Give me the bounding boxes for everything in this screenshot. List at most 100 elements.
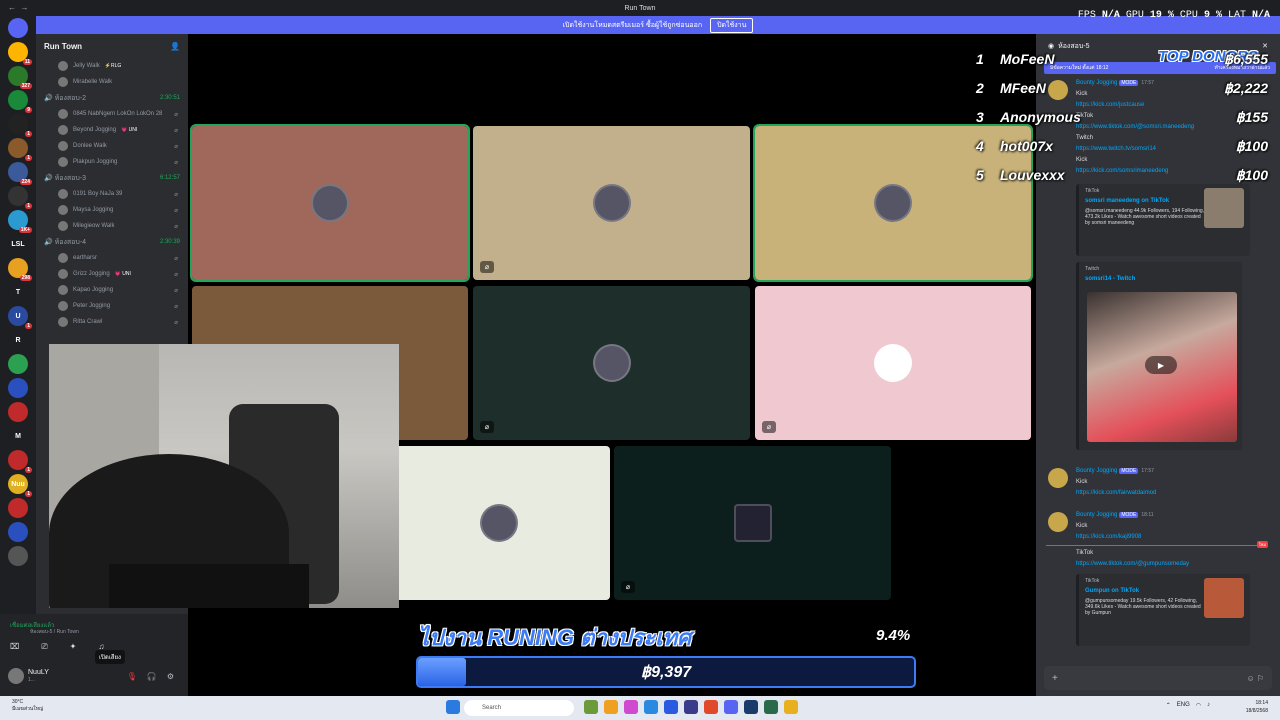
voice-member[interactable]: Milegieow Walk ⌀ — [36, 218, 188, 234]
voice-channel[interactable]: 🔊 ห้องสอบ-4 2:30:39 — [36, 234, 188, 250]
unread-badge: 11 — [22, 59, 32, 65]
app-icon[interactable] — [624, 700, 638, 714]
voice-member[interactable]: Donlee Walk ⌀ — [36, 138, 188, 154]
voice-member[interactable]: eartharsr ⌀ — [36, 250, 188, 266]
start-icon[interactable] — [446, 700, 460, 714]
link-embed[interactable]: TikTok Gumpun on TikTok @gumpunsomeday 1… — [1076, 574, 1250, 646]
video-tile[interactable] — [190, 124, 470, 282]
user-area[interactable]: NuuLY 1... — [8, 668, 49, 684]
chrome-icon[interactable] — [784, 700, 798, 714]
settings-icon[interactable]: ⚙ — [167, 672, 174, 681]
voice-member[interactable]: Plakpun Jogging ⌀ — [36, 154, 188, 170]
server-icon[interactable]: Nuu 1 — [8, 474, 32, 497]
app-icon[interactable] — [684, 700, 698, 714]
play-icon[interactable]: ▶ — [1145, 356, 1177, 374]
voice-channel[interactable]: 🔊 ห้องสอบ-2 2:30:51 — [36, 90, 188, 106]
add-attachment-icon[interactable]: + — [1052, 673, 1058, 684]
avatar — [1048, 468, 1068, 488]
voice-member[interactable]: Grizz Jogging 💗 UNI ⌀ — [36, 266, 188, 282]
server-icon[interactable]: M — [8, 426, 28, 446]
video-tile[interactable] — [388, 446, 610, 600]
mic-muted-icon[interactable]: 🎙 — [127, 672, 137, 681]
language-indicator[interactable]: ENG — [1177, 702, 1190, 709]
message-link[interactable]: https://kick.com/kaji9908 — [1076, 534, 1141, 540]
message-link[interactable]: https://kick.com/fairwatdaimod — [1076, 490, 1156, 496]
donor-rank: 3 — [976, 109, 984, 125]
server-icon[interactable]: LSL — [8, 234, 28, 254]
voice-member[interactable]: Beyond Jogging 💗 UNI ⌀ — [36, 122, 188, 138]
add-member-icon[interactable]: 👤 — [170, 42, 180, 51]
server-icon[interactable]: 11 — [8, 42, 32, 65]
server-icon[interactable]: T — [8, 282, 28, 302]
server-icon[interactable] — [8, 522, 28, 542]
message-author[interactable]: Bounty Jogging — [1076, 468, 1117, 474]
discord-icon[interactable] — [724, 700, 738, 714]
video-tile[interactable]: ⌀ — [614, 446, 891, 600]
server-icon[interactable] — [8, 402, 28, 422]
server-label: M — [15, 432, 21, 440]
nav-arrows[interactable]: ← → — [8, 3, 28, 12]
server-icon[interactable]: 9 — [8, 90, 32, 113]
voice-member[interactable]: Peter Jogging ⌀ — [36, 298, 188, 314]
top-donors-overlay: TOP DONORS 1 MoFeeN ฿6,555 2 MFeeN ฿2,222 3 Ano… — [968, 34, 1272, 204]
camera-icon[interactable]: ⌧ — [10, 642, 19, 652]
video-tile[interactable]: ⌀ — [473, 126, 750, 280]
server-icon[interactable] — [8, 354, 28, 374]
video-tile[interactable]: ⌀ — [473, 286, 750, 440]
server-icon[interactable]: 1 — [8, 138, 32, 161]
weather-widget[interactable]: 30°C มีเมฆส่วนใหญ่ — [12, 699, 43, 713]
mute-icon: ⌀ — [174, 159, 178, 166]
server-icon[interactable]: R — [8, 330, 28, 350]
voice-panel: เชื่อมต่อเสียงแล้ว ห้องสอบ-5 / Run Town … — [0, 614, 188, 700]
app-icon[interactable] — [764, 700, 778, 714]
voice-member[interactable]: 0845 NabNgern LokOn LokOn 28 ⌀ — [36, 106, 188, 122]
volume-icon[interactable]: ♪ — [1207, 702, 1210, 709]
disable-streamer-mode-button[interactable]: ปิดใช้งาน — [710, 17, 754, 33]
wifi-icon[interactable]: ◠ — [1196, 702, 1201, 709]
edge-icon[interactable] — [644, 700, 658, 714]
avatar — [58, 109, 68, 119]
activity-icon[interactable]: ✦ — [70, 642, 77, 652]
server-icon[interactable]: 327 — [8, 66, 32, 89]
server-icon[interactable]: 298 — [8, 258, 32, 281]
voice-member[interactable]: Ritta Crawl ⌀ — [36, 314, 188, 330]
screenshare-icon[interactable]: ⎚ — [41, 642, 47, 652]
server-icon[interactable]: 1 — [8, 450, 32, 473]
headphones-icon[interactable]: 🎧 — [147, 672, 157, 681]
server-icon[interactable] — [8, 498, 28, 518]
message-link[interactable]: https://www.tiktok.com/@gumpunsomeday — [1076, 561, 1189, 567]
server-icon[interactable]: 224 — [8, 162, 32, 185]
voice-member[interactable]: Jelly Walk ⚡RLG — [36, 58, 188, 74]
webcam-shirt — [109, 564, 309, 608]
embed-title[interactable]: somsri14 - Twitch — [1085, 276, 1236, 282]
server-icon[interactable]: U1 — [8, 306, 32, 329]
server-icon[interactable]: 1 — [8, 114, 32, 137]
taskbar-search[interactable]: Search — [464, 700, 574, 716]
server-icon[interactable] — [8, 546, 28, 566]
voice-member[interactable]: Maysa Jogging ⌀ — [36, 202, 188, 218]
video-tile[interactable]: ⌀ — [755, 286, 1031, 440]
voice-channel[interactable]: 🔊 ห้องสอบ-3 6:12:57 — [36, 170, 188, 186]
app-icon[interactable] — [664, 700, 678, 714]
embed-video[interactable]: ▶ — [1087, 292, 1237, 442]
steam-icon[interactable] — [744, 700, 758, 714]
message-author[interactable]: Bounty Jogging — [1076, 512, 1117, 518]
new-label: ใหม่ — [1256, 541, 1268, 548]
server-icon[interactable] — [8, 18, 28, 38]
emoji-icons[interactable]: ☺ ⚐ — [1246, 674, 1264, 683]
app-icon[interactable] — [584, 700, 598, 714]
voice-member[interactable]: Kapao Jogging ⌀ — [36, 282, 188, 298]
app-icon[interactable] — [704, 700, 718, 714]
chat-input[interactable]: + ☺ ⚐ — [1044, 666, 1272, 690]
server-header[interactable]: Run Town 👤 — [36, 34, 188, 58]
server-icon[interactable]: 1 — [8, 186, 32, 209]
server-icon[interactable]: 1K+ — [8, 210, 32, 233]
voice-member[interactable]: Mirabelle Walk — [36, 74, 188, 90]
chevron-up-icon[interactable]: ⌃ — [1166, 702, 1171, 709]
clock[interactable]: 18:14 18/8/2568 — [1246, 699, 1268, 715]
voice-member[interactable]: 0191 Boy NaJa 39 ⌀ — [36, 186, 188, 202]
server-icon[interactable] — [8, 378, 28, 398]
avatar — [58, 61, 68, 71]
folder-icon[interactable] — [604, 700, 618, 714]
link-embed[interactable]: Twitch somsri14 - Twitch ▶ — [1076, 262, 1242, 450]
